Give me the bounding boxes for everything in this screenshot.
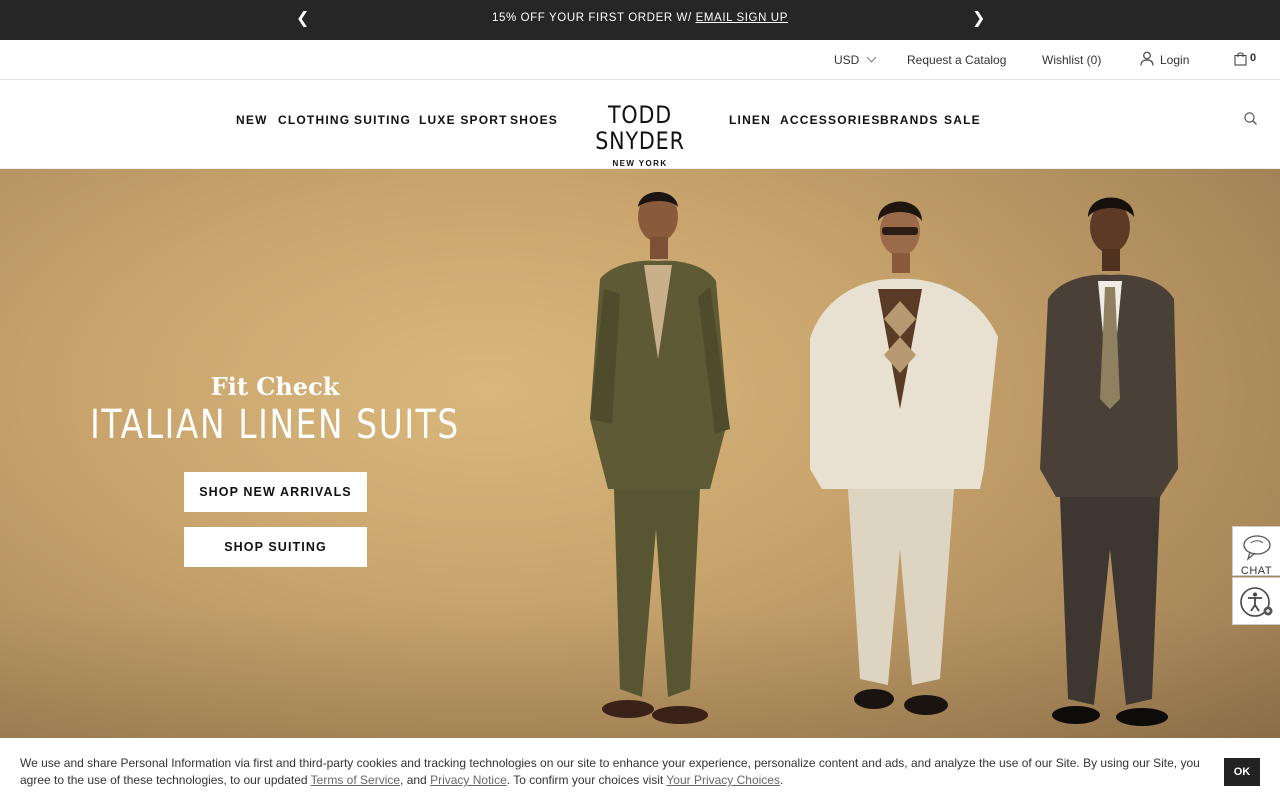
model-brown-suit: [1040, 197, 1178, 726]
cookie-text-part: .: [779, 773, 784, 787]
cookie-message: We use and share Personal Information vi…: [20, 755, 1230, 789]
nav-item-sale[interactable]: SALE: [944, 113, 981, 127]
main-header: NEW CLOTHING SUITING LUXE SPORT SHOES TO…: [0, 80, 1280, 169]
cookie-ok-button[interactable]: OK: [1224, 758, 1260, 786]
hero-eyebrow: Fit Check: [210, 372, 340, 401]
nav-item-linen[interactable]: LINEN: [729, 113, 771, 127]
chat-label: CHAT: [1240, 565, 1273, 577]
shop-new-arrivals-button[interactable]: SHOP NEW ARRIVALS: [184, 472, 367, 512]
cookie-text-part: . To confirm your choices visit: [506, 773, 667, 787]
promo-bar: ❮ 15% OFF YOUR FIRST ORDER W/ EMAIL SIGN…: [0, 0, 1280, 40]
cookie-banner: We use and share Personal Information vi…: [0, 738, 1280, 800]
search-icon[interactable]: [1242, 110, 1260, 128]
nav-item-luxe-sport[interactable]: LUXE SPORT: [419, 113, 508, 127]
cookie-text-part: , and: [400, 773, 431, 787]
privacy-notice-link[interactable]: Privacy Notice: [430, 773, 507, 787]
promo-text: 15% OFF YOUR FIRST ORDER W/: [492, 12, 696, 24]
bag-count: 0: [1250, 52, 1257, 64]
accessibility-widget[interactable]: [1232, 577, 1280, 625]
nav-item-suiting[interactable]: SUITING: [354, 113, 411, 127]
login-link[interactable]: Login: [1140, 40, 1189, 80]
chat-bubble-icon: [1242, 535, 1271, 561]
login-label: Login: [1160, 53, 1190, 67]
shopping-bag-button[interactable]: 0: [1234, 40, 1256, 80]
logo-subtitle: NEW YORK: [612, 159, 668, 168]
hero-title: ITALIAN LINEN SUITS: [90, 402, 460, 448]
nav-item-new[interactable]: NEW: [236, 113, 268, 127]
currency-value: USD: [834, 53, 860, 67]
brand-logo[interactable]: TODD SNYDER NEW YORK: [570, 102, 710, 168]
hero-banner: Fit Check ITALIAN LINEN SUITS SHOP NEW A…: [0, 169, 1280, 800]
chat-widget[interactable]: CHAT: [1232, 526, 1280, 577]
promo-message: 15% OFF YOUR FIRST ORDER W/ EMAIL SIGN U…: [0, 12, 1280, 24]
shopping-bag-icon: [1234, 52, 1247, 66]
hero-models-image: [590, 192, 1178, 726]
nav-item-shoes[interactable]: SHOES: [510, 113, 558, 127]
user-icon: [1140, 51, 1154, 66]
terms-of-service-link[interactable]: Terms of Service: [311, 773, 400, 787]
wishlist-link[interactable]: Wishlist (0): [1042, 40, 1101, 80]
model-cream-suit: [810, 201, 998, 715]
privacy-choices-link[interactable]: Your Privacy Choices: [666, 773, 780, 787]
utility-bar: USD Request a Catalog Wishlist (0) Login…: [0, 40, 1280, 80]
nav-item-accessories[interactable]: ACCESSORIES: [780, 113, 881, 127]
chevron-down-icon: [866, 52, 877, 63]
nav-item-brands[interactable]: BRANDS: [880, 113, 939, 127]
email-signup-link[interactable]: EMAIL SIGN UP: [696, 12, 788, 24]
accessibility-icon: [1239, 587, 1272, 617]
promo-next-arrow-icon[interactable]: ❯: [972, 0, 985, 40]
shop-suiting-button[interactable]: SHOP SUITING: [184, 527, 367, 567]
nav-item-clothing[interactable]: CLOTHING: [278, 113, 350, 127]
request-catalog-link[interactable]: Request a Catalog: [907, 40, 1006, 80]
logo-wordmark: TODD SNYDER: [595, 101, 685, 155]
model-olive-suit: [590, 192, 730, 724]
currency-selector[interactable]: USD: [834, 40, 877, 80]
